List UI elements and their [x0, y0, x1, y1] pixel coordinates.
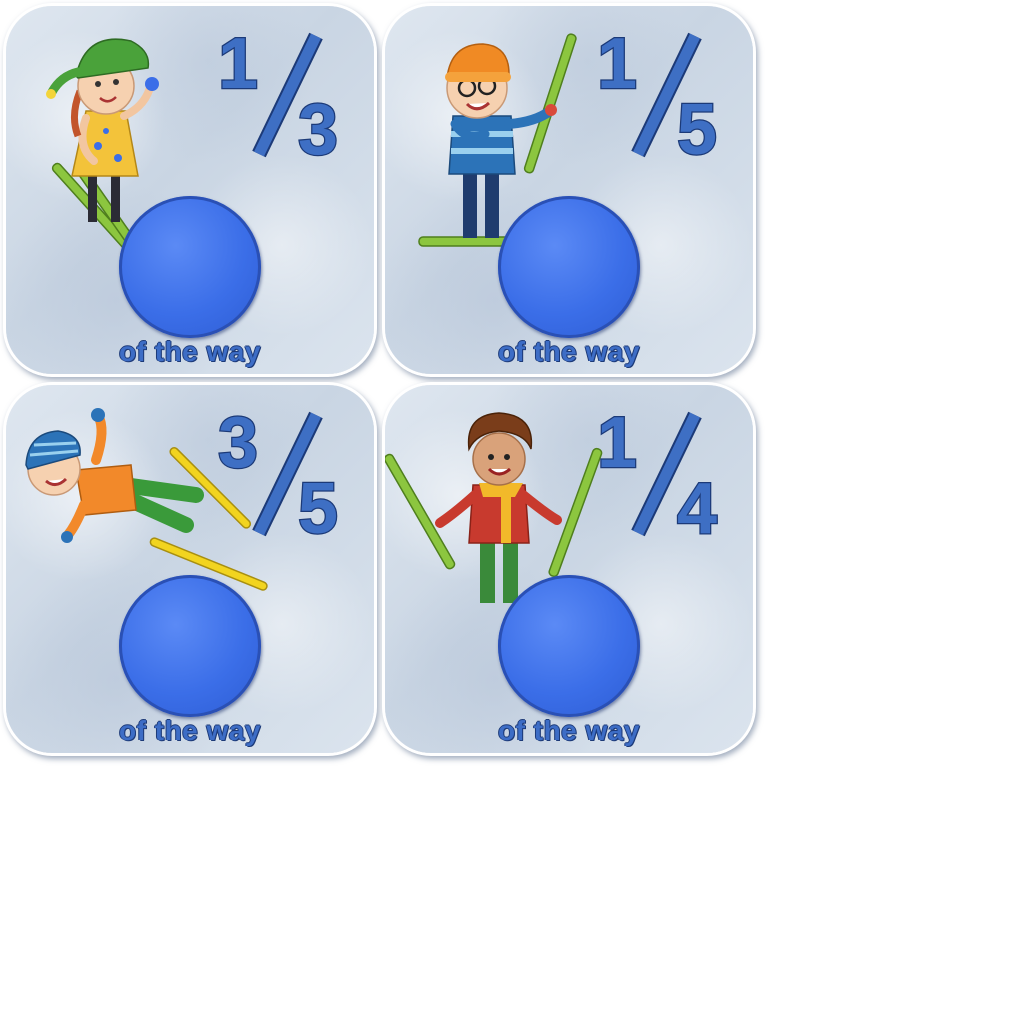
fraction-numerator: 1: [597, 403, 637, 483]
fraction-numerator: 1: [218, 24, 258, 104]
position-ball[interactable]: [119, 575, 261, 717]
fraction-card-1-3[interactable]: 1 3 of the way: [6, 6, 374, 374]
position-ball[interactable]: [119, 196, 261, 338]
fraction-denominator: 4: [677, 469, 717, 549]
fraction-display: 1 5: [596, 24, 719, 171]
card-caption: of the way: [498, 715, 640, 746]
fraction-card-1-5[interactable]: 1 5 of the way: [385, 6, 753, 374]
fraction-display: 3 5: [217, 403, 340, 550]
fraction-display: 1 4: [596, 403, 719, 550]
position-ball[interactable]: [498, 196, 640, 338]
fraction-display: 1 3: [217, 24, 340, 171]
fraction-denominator: 5: [677, 90, 717, 170]
fraction-numerator: 1: [597, 24, 637, 104]
card-caption: of the way: [119, 715, 261, 746]
fraction-denominator: 3: [298, 90, 338, 170]
card-caption: of the way: [498, 336, 640, 367]
position-ball[interactable]: [498, 575, 640, 717]
fraction-card-1-4[interactable]: 1 4 of the way: [385, 385, 753, 753]
fraction-card-3-5[interactable]: 3 5 of the way: [6, 385, 374, 753]
fraction-numerator: 3: [218, 403, 258, 483]
fraction-denominator: 5: [298, 469, 338, 549]
card-caption: of the way: [119, 336, 261, 367]
